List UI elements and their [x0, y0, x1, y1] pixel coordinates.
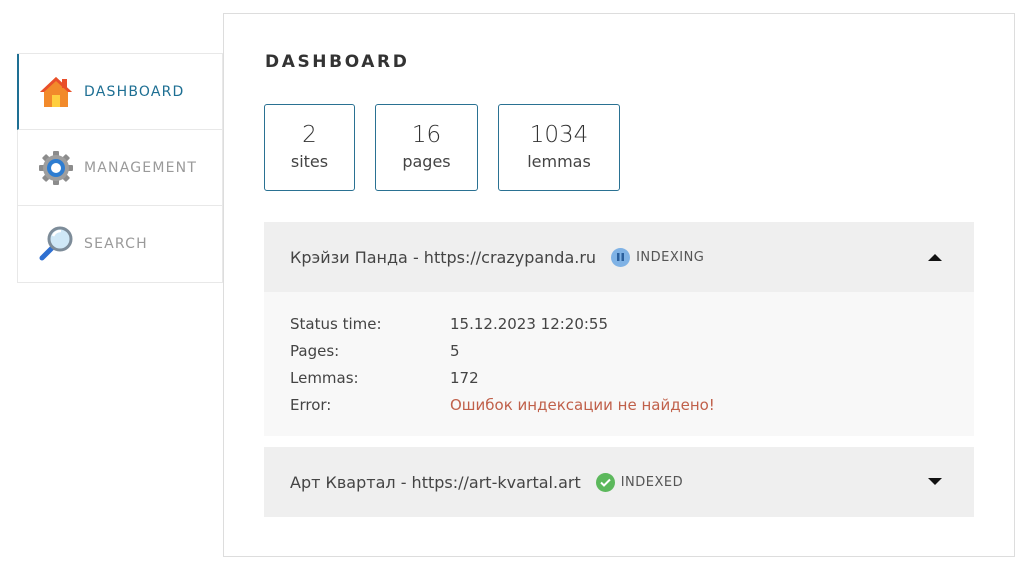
sidebar-item-search[interactable]: SEARCH	[17, 206, 222, 282]
sidebar-item-dashboard[interactable]: DASHBOARD	[17, 54, 222, 130]
stat-sites: 2 sites	[264, 104, 355, 191]
status-badge: INDEXING	[636, 249, 705, 265]
detail-row-error: Error: Ошибок индексации не найдено!	[290, 391, 948, 418]
site-name: Крэйзи Панда - https://crazypanda.ru	[290, 247, 597, 267]
detail-row-lemmas: Lemmas: 172	[290, 364, 948, 391]
stat-value: 16	[411, 121, 442, 148]
site-card: Крэйзи Панда - https://crazypanda.ru IND…	[264, 222, 974, 436]
stat-value: 2	[302, 121, 317, 148]
site-header[interactable]: Арт Квартал - https://art-kvartal.art IN…	[264, 447, 974, 517]
detail-label: Lemmas:	[290, 368, 359, 387]
detail-value: 15.12.2023 12:20:55	[450, 314, 609, 333]
error-message: Ошибок индексации не найдено!	[450, 395, 715, 414]
chevron-down-icon[interactable]	[926, 473, 944, 491]
sidebar-item-label: MANAGEMENT	[84, 159, 198, 176]
stat-label: lemmas	[527, 151, 591, 171]
chevron-up-icon[interactable]	[926, 248, 944, 266]
status-badge: INDEXED	[620, 474, 684, 490]
stat-label: sites	[290, 151, 329, 171]
stat-value: 1034	[529, 121, 589, 148]
gear-icon	[37, 149, 75, 187]
site-name: Арт Квартал - https://art-kvartal.art	[290, 472, 581, 492]
sidebar-item-label: SEARCH	[84, 236, 148, 252]
page-title: DASHBOARD	[265, 52, 410, 72]
sidebar-item-label: DASHBOARD	[84, 83, 185, 100]
detail-label: Error:	[290, 395, 332, 414]
detail-label: Status time:	[290, 314, 382, 333]
site-header[interactable]: Крэйзи Панда - https://crazypanda.ru IND…	[264, 222, 974, 292]
stat-pages: 16 pages	[375, 104, 478, 191]
sidebar-item-management[interactable]: MANAGEMENT	[17, 130, 222, 206]
detail-row-pages: Pages: 5	[290, 337, 948, 364]
sidebar: DASHBOARD MANAGEMENT SEARCH	[17, 53, 223, 283]
pause-icon	[611, 247, 631, 267]
detail-value: 5	[450, 341, 460, 360]
home-icon	[37, 73, 75, 111]
detail-row-status-time: Status time: 15.12.2023 12:20:55	[290, 310, 948, 337]
detail-value: 172	[450, 368, 479, 387]
stat-lemmas: 1034 lemmas	[498, 104, 620, 191]
magnifier-icon	[37, 225, 75, 263]
check-icon	[595, 472, 615, 492]
stat-label: pages	[402, 151, 451, 171]
site-card: Арт Квартал - https://art-kvartal.art IN…	[264, 447, 974, 517]
main-panel: DASHBOARD 2 sites 16 pages 1034 lemmas К…	[223, 13, 1015, 557]
stats-row: 2 sites 16 pages 1034 lemmas	[264, 104, 620, 191]
site-details: Status time: 15.12.2023 12:20:55 Pages: …	[264, 292, 974, 436]
detail-label: Pages:	[290, 341, 340, 360]
